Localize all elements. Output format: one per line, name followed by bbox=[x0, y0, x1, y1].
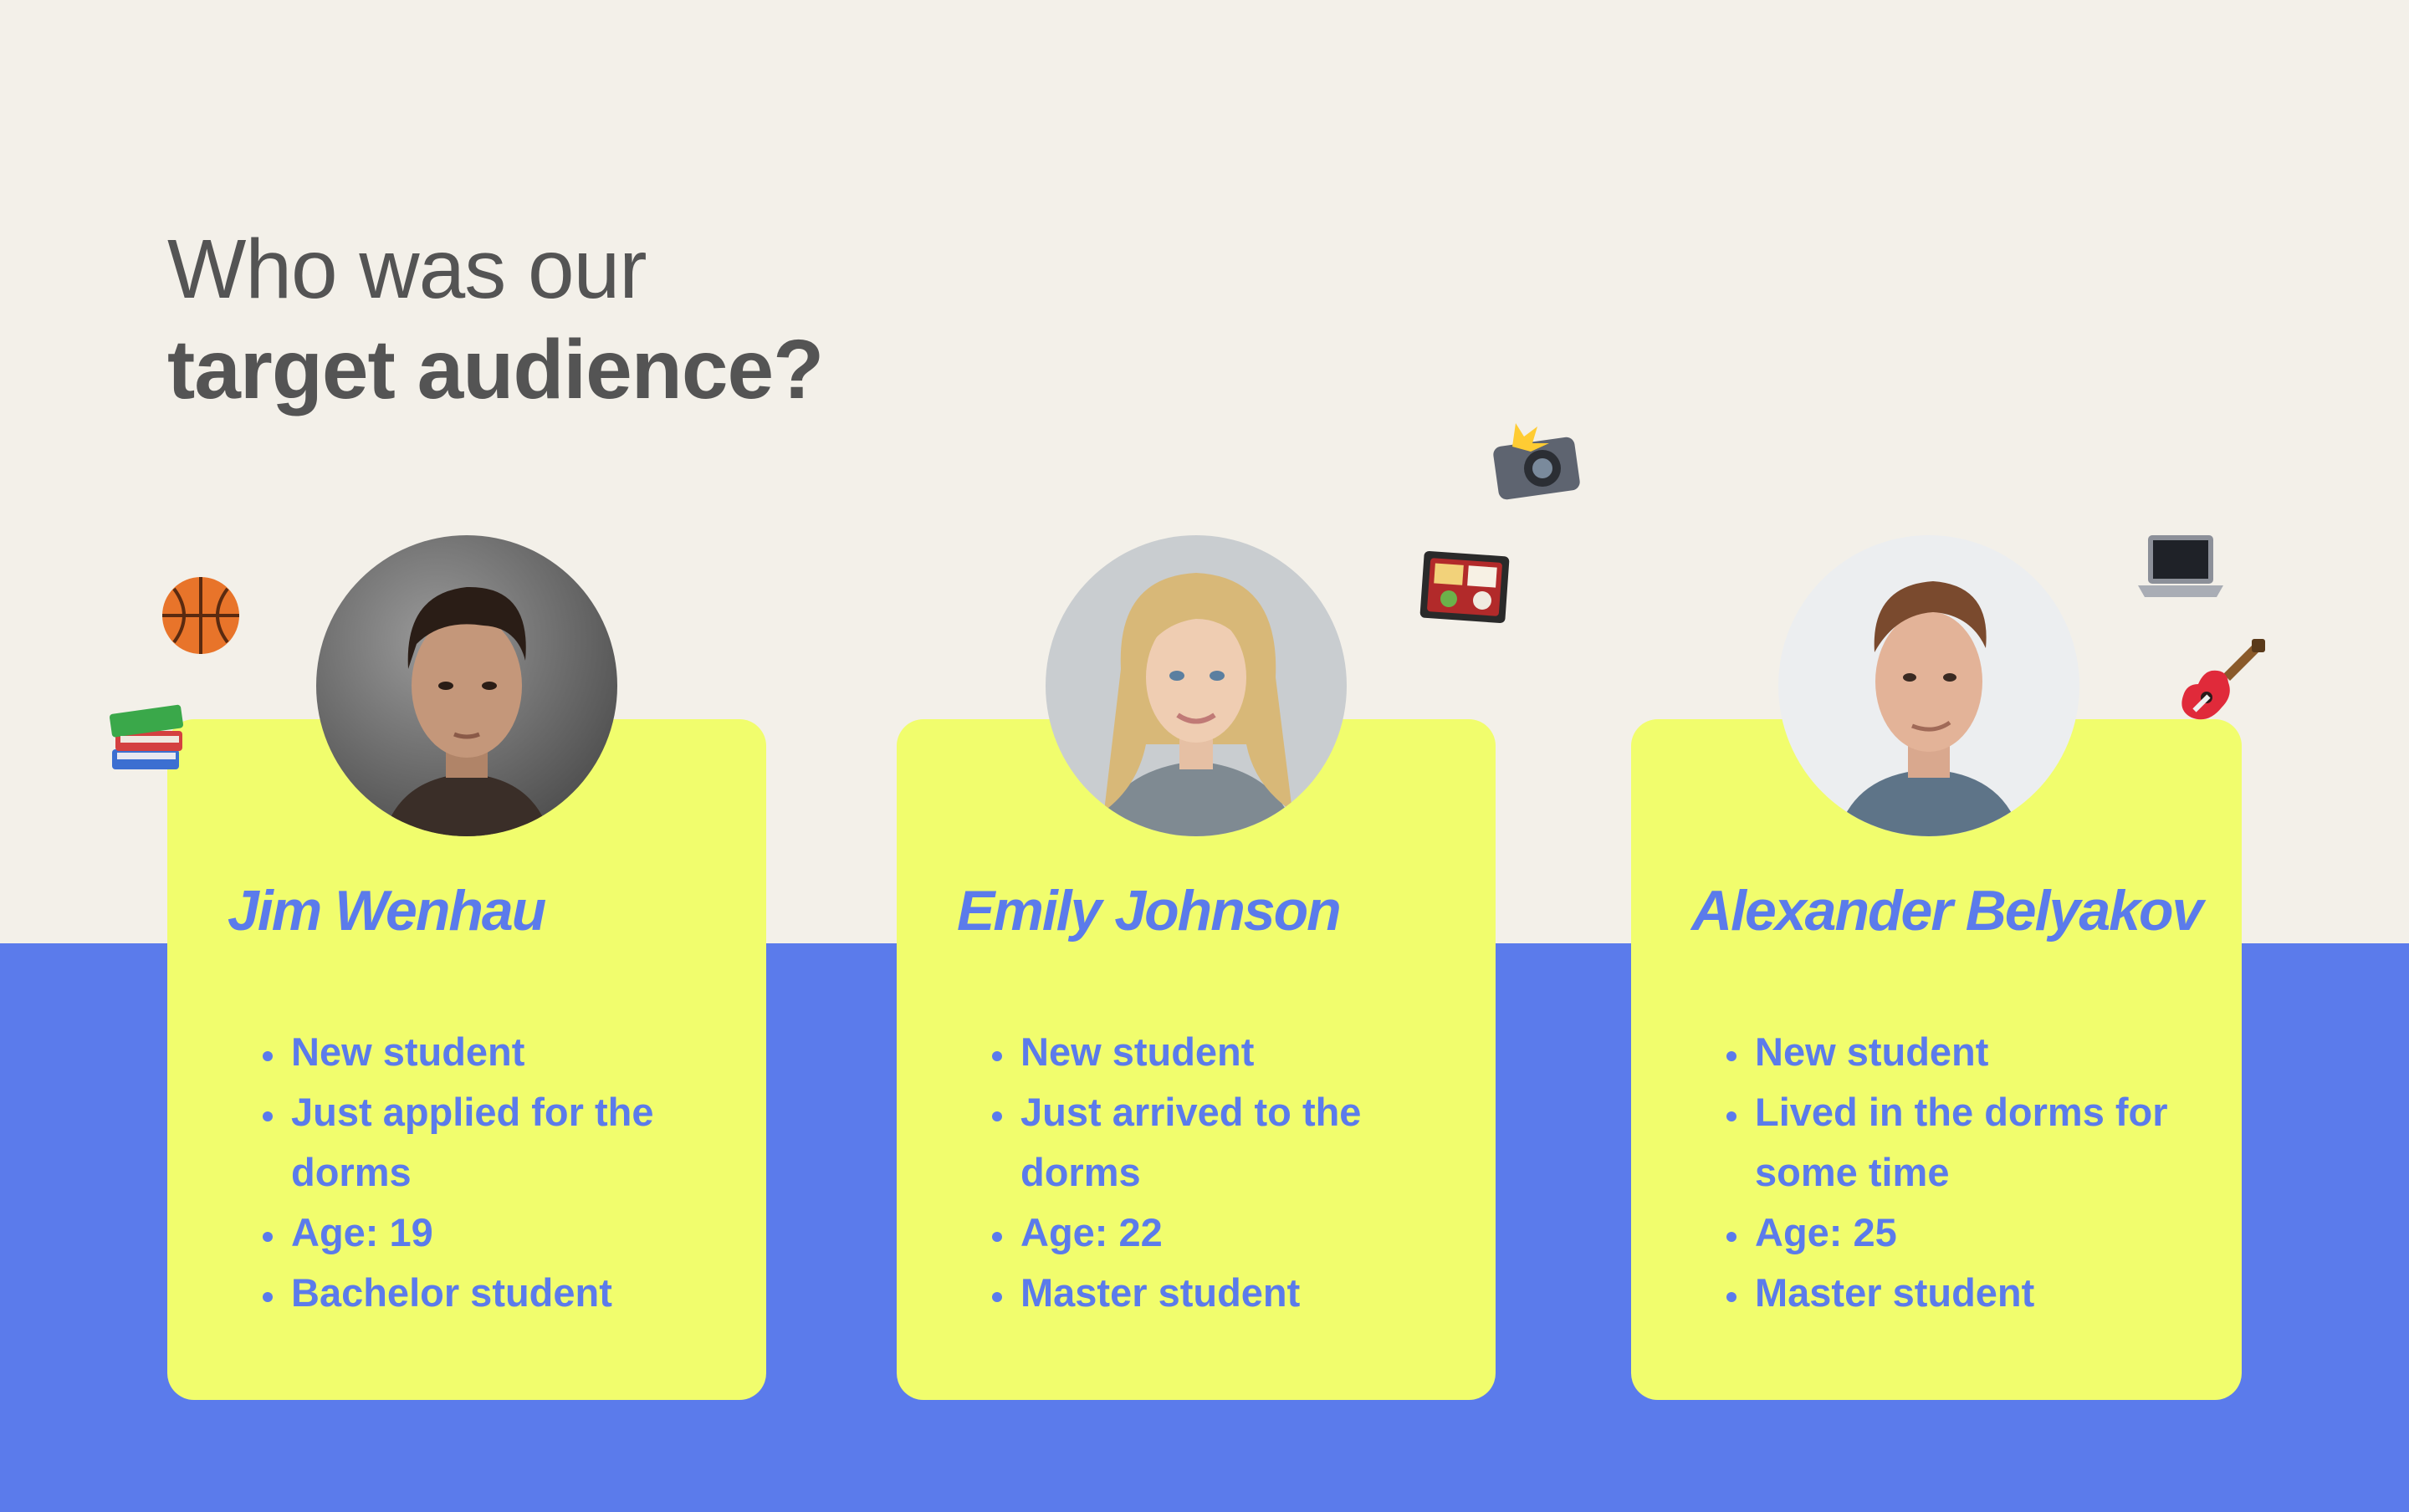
page-title-line-1: Who was our bbox=[167, 222, 647, 316]
persona-trait: New student bbox=[1017, 1022, 1486, 1082]
guitar-icon bbox=[2175, 637, 2267, 733]
persona-trait: Bachelor student bbox=[288, 1263, 756, 1323]
page-title-line-2: target audience? bbox=[167, 323, 824, 416]
books-icon bbox=[105, 694, 189, 782]
persona-trait: Age: 25 bbox=[1752, 1203, 2228, 1263]
avatar-jim bbox=[316, 535, 617, 836]
persona-trait: New student bbox=[288, 1022, 756, 1082]
basketball-icon bbox=[161, 575, 241, 660]
persona-trait: New student bbox=[1752, 1022, 2228, 1082]
persona-name: Jim Wenhau bbox=[228, 879, 546, 942]
avatar-emily bbox=[1046, 535, 1347, 836]
persona-traits: New student Lived in the dorms for some … bbox=[1691, 1022, 2228, 1323]
persona-trait: Just applied for the dorms bbox=[288, 1082, 756, 1203]
laptop-icon bbox=[2135, 530, 2227, 618]
persona-trait: Age: 22 bbox=[1017, 1203, 1486, 1263]
bento-box-icon bbox=[1419, 542, 1511, 630]
persona-trait: Master student bbox=[1752, 1263, 2228, 1323]
persona-trait: Lived in the dorms for some time bbox=[1752, 1082, 2228, 1203]
persona-name: Alexander Belyakov bbox=[1691, 879, 2203, 942]
page-title: Who was our target audience? bbox=[167, 219, 824, 420]
persona-trait: Master student bbox=[1017, 1263, 1486, 1323]
persona-trait: Age: 19 bbox=[288, 1203, 756, 1263]
persona-traits: New student Just arrived to the dorms Ag… bbox=[957, 1022, 1486, 1323]
persona-traits: New student Just applied for the dorms A… bbox=[228, 1022, 756, 1323]
avatar-alexander bbox=[1778, 535, 2079, 836]
persona-name: Emily Johnson bbox=[957, 879, 1342, 942]
persona-trait: Just arrived to the dorms bbox=[1017, 1082, 1486, 1203]
camera-flash-icon bbox=[1491, 418, 1583, 506]
